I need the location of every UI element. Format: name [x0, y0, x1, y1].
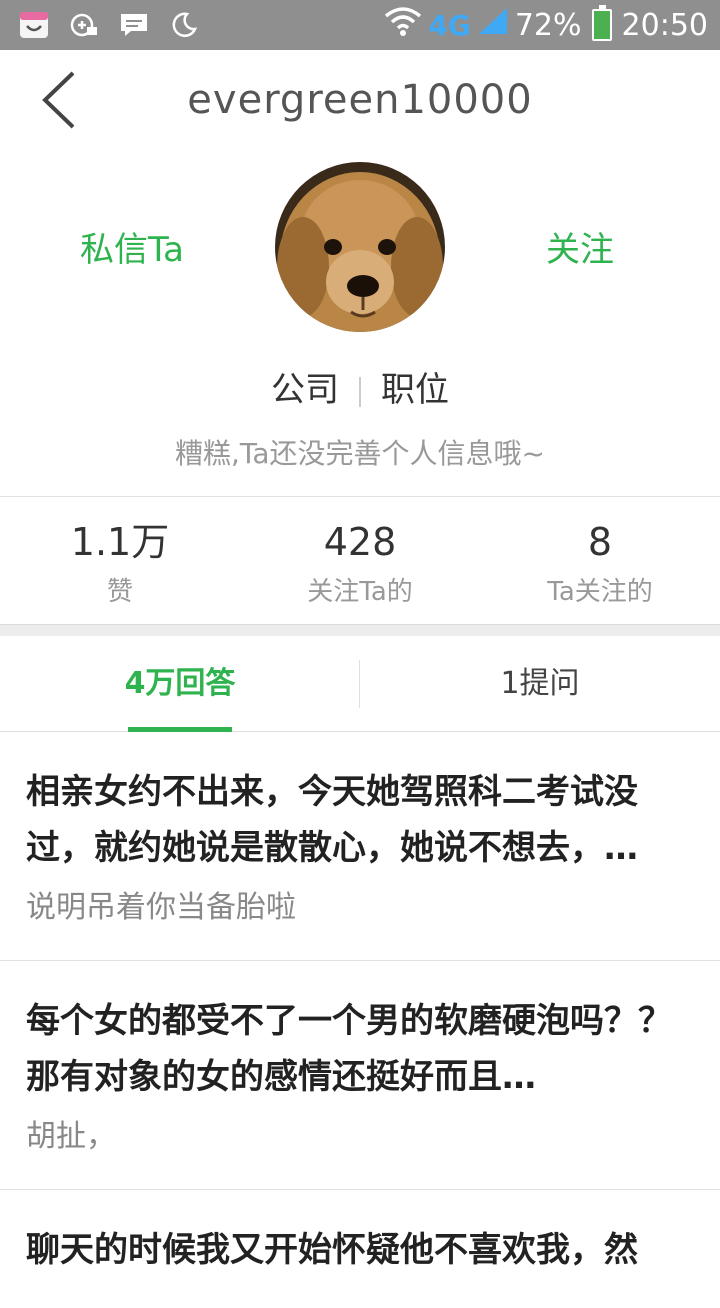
private-message-button[interactable]: 私信Ta [80, 222, 184, 271]
signal-icon [477, 6, 509, 44]
answer-list: 相亲女约不出来，今天她驾照科二考试没过，就约她说是散散心，她说不想去，… 说明吊… [0, 732, 720, 1308]
status-bar: 4G 72% 20:50 [0, 0, 720, 50]
position-label: 职位 [381, 370, 449, 410]
divider [359, 376, 361, 407]
stat-label: 关注Ta的 [307, 577, 413, 607]
tab-questions[interactable]: 1提问 [360, 636, 720, 732]
question-title[interactable]: 聊天的时候我又开始怀疑他不喜欢我，然 [26, 1222, 694, 1278]
tab-label: 4万回答 [124, 666, 236, 701]
dog-avatar-image [275, 162, 445, 332]
stat-followers[interactable]: 428 关注Ta的 [240, 497, 480, 624]
stat-likes[interactable]: 1.1万 赞 [0, 497, 240, 624]
message-icon [118, 11, 150, 39]
tab-bar: 4万回答 1提问 [0, 636, 720, 732]
chevron-left-icon [42, 71, 75, 129]
list-item[interactable]: 聊天的时候我又开始怀疑他不喜欢我，然 [0, 1190, 720, 1308]
stat-following[interactable]: 8 Ta关注的 [480, 497, 720, 624]
question-title[interactable]: 每个女的都受不了一个男的软磨硬泡吗？？那有对象的女的感情还挺好而且… [26, 993, 694, 1105]
battery-percent: 72% [514, 7, 582, 43]
company-label: 公司 [271, 370, 339, 410]
stat-label: 赞 [106, 577, 133, 607]
profile-header: 私信Ta 关注 公司 职位 糟糕,Ta还没完善个人信息哦~ [0, 150, 720, 496]
stat-value: 428 [323, 520, 397, 564]
bio-text: 糟糕,Ta还没完善个人信息哦~ [175, 437, 545, 470]
answer-snippet: 胡扯， [26, 1119, 116, 1154]
wifi-icon [384, 6, 422, 44]
page-title: evergreen10000 [187, 77, 533, 123]
stats-row: 1.1万 赞 428 关注Ta的 8 Ta关注的 [0, 496, 720, 624]
navigation-bar: evergreen10000 [0, 50, 720, 150]
tab-label: 1提问 [500, 666, 580, 701]
answer-snippet: 说明吊着你当备胎啦 [26, 890, 296, 925]
list-item[interactable]: 每个女的都受不了一个男的软磨硬泡吗？？那有对象的女的感情还挺好而且… 胡扯， [0, 961, 720, 1190]
list-item[interactable]: 相亲女约不出来，今天她驾照科二考试没过，就约她说是散散心，她说不想去，… 说明吊… [0, 732, 720, 961]
occupation-row: 公司 职位 [0, 362, 720, 411]
follow-button[interactable]: 关注 [546, 222, 614, 271]
app-store-icon [18, 11, 50, 39]
stat-label: Ta关注的 [547, 577, 653, 607]
network-type: 4G [428, 8, 471, 42]
stat-value: 8 [587, 520, 613, 564]
section-divider [0, 624, 720, 636]
back-button[interactable] [34, 68, 84, 132]
tab-answers[interactable]: 4万回答 [0, 636, 360, 732]
stat-value: 1.1万 [70, 520, 170, 564]
battery-icon [591, 5, 612, 41]
question-title[interactable]: 相亲女约不出来，今天她驾照科二考试没过，就约她说是散散心，她说不想去，… [26, 764, 694, 876]
sync-icon [68, 11, 100, 39]
clock: 20:50 [621, 7, 708, 43]
moon-icon [168, 11, 200, 39]
avatar[interactable] [275, 162, 445, 332]
